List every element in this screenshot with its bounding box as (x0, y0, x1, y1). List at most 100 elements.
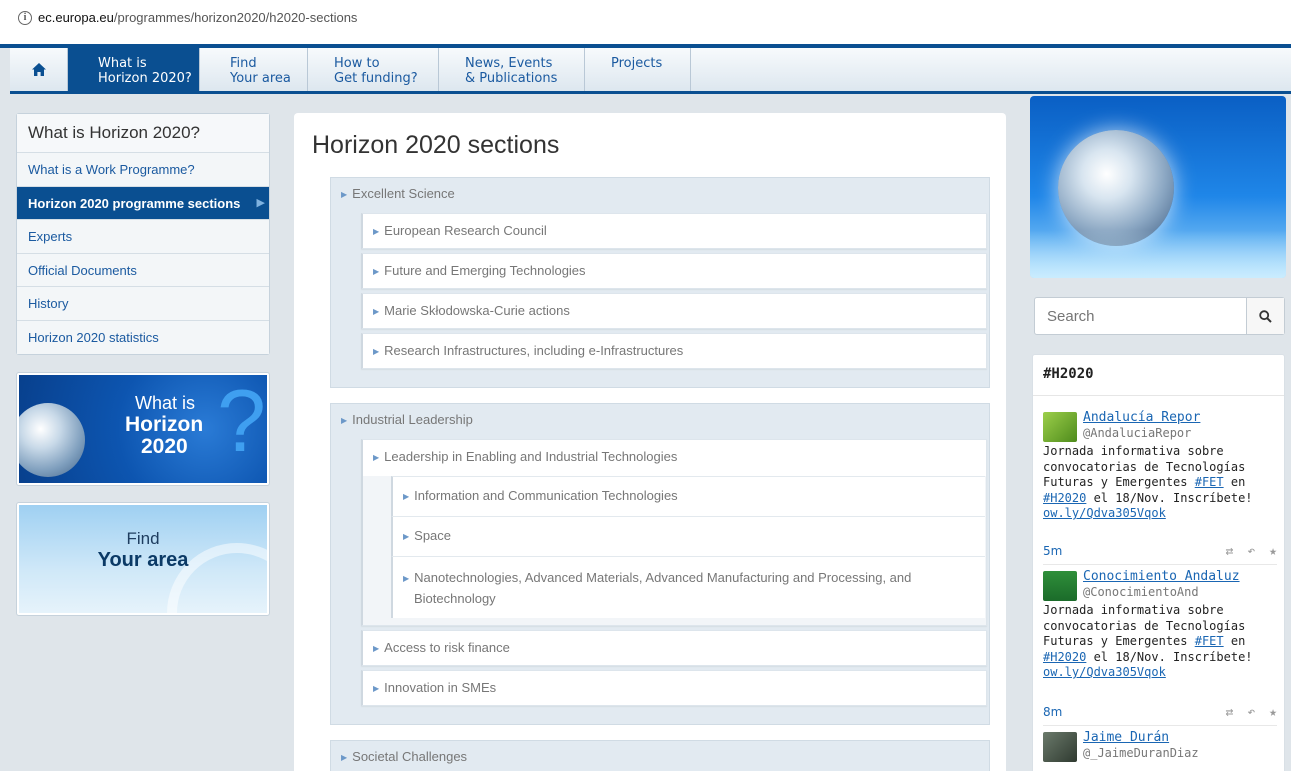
url-link[interactable]: ow.ly/Qdva305Vqok (1043, 506, 1166, 520)
tweet-author-handle: @_JaimeDuranDiaz (1083, 746, 1199, 760)
subsection-access-to-risk-finance[interactable]: ▶ Access to risk finance (361, 630, 987, 666)
subsection-label: Research Infrastructures, including e-In… (384, 343, 684, 358)
tweet-author-name[interactable]: Conocimiento Andaluz (1083, 569, 1240, 584)
page-title: Horizon 2020 sections (312, 131, 560, 159)
subsection-header[interactable]: ▶ Leadership in Enabling and Industrial T… (363, 440, 986, 476)
sidebar-item-experts[interactable]: Experts (17, 220, 269, 254)
avatar[interactable] (1043, 732, 1077, 762)
hashtag-link[interactable]: #FET (1195, 634, 1224, 648)
tweet-time[interactable]: 8m (1043, 705, 1062, 719)
subsubsection-label: Information and Communication Technologi… (414, 488, 678, 503)
nav-label-line1: What is (98, 56, 147, 71)
nav-label-line2: Your area (230, 71, 291, 86)
sidebar-item-history[interactable]: History (17, 287, 269, 321)
tweet-separator (1043, 564, 1277, 565)
subsection-research-infrastructures[interactable]: ▶ Research Infrastructures, including e-I… (361, 333, 987, 369)
sidebar-item-official-documents[interactable]: Official Documents (17, 253, 269, 287)
subsubsection-space[interactable]: ▶ Space (391, 516, 985, 556)
avatar[interactable] (1043, 571, 1077, 601)
label-text: Nanotechnologies, Advanced Materials, Ad… (414, 570, 912, 585)
nav-what-is-horizon-2020[interactable]: What is Horizon 2020? (68, 48, 200, 91)
triangle-right-icon: ▶ (373, 267, 380, 276)
sidebar-title: What is Horizon 2020? (17, 114, 269, 153)
reply-icon[interactable]: ↶ (1247, 705, 1255, 720)
subsubsection-nanotechnologies[interactable]: ▶ Nanotechnologies, Advanced Materials, A… (391, 556, 985, 618)
promo-find-your-area[interactable]: Find Your area (16, 502, 270, 616)
hashtag-link[interactable]: #FET (1195, 475, 1224, 489)
nav-projects[interactable]: Projects (585, 48, 691, 91)
subsection-label: Marie Skłodowska-Curie actions (384, 303, 570, 318)
subsubsection-label-line1: ▶ Nanotechnologies, Advanced Materials, A… (403, 568, 985, 589)
section-industrial-leadership: ▶ Industrial Leadership ▶ Leadership in En… (330, 403, 990, 725)
nav-news-events-publications[interactable]: News, Events & Publications (439, 48, 585, 91)
search-box (1034, 297, 1285, 335)
subsection-european-research-council[interactable]: ▶ European Research Council (361, 213, 987, 249)
section-header[interactable]: ▶ Industrial Leadership (331, 404, 989, 438)
triangle-right-icon: ▶ (341, 416, 348, 425)
twitter-widget: #H2020 Andalucía Repor @AndaluciaRepor J… (1032, 354, 1285, 771)
favorite-icon[interactable]: ★ (1269, 705, 1277, 720)
favorite-icon[interactable]: ★ (1269, 544, 1277, 559)
nav-label-line2: & Publications (465, 71, 558, 86)
nav-label-line1: News, Events (465, 56, 553, 71)
tweet-meta: 8m ⇄ ↶ ★ (1043, 705, 1277, 721)
subsubsection-ict[interactable]: ▶ Information and Communication Technolog… (391, 476, 985, 516)
sidebar-item-programme-sections[interactable]: Horizon 2020 programme sections ▶ (17, 186, 269, 220)
url-link[interactable]: ow.ly/Qdva305Vqok (1043, 665, 1166, 679)
nav-home[interactable] (10, 48, 68, 91)
triangle-right-icon: ▶ (373, 453, 380, 462)
search-button[interactable] (1246, 298, 1284, 334)
address-bar[interactable]: i ec.europa.eu/programmes/horizon2020/h2… (18, 10, 357, 25)
horizon-2020-banner-image (1030, 96, 1286, 278)
tweet-time[interactable]: 5m (1043, 544, 1062, 558)
light-glow (1030, 230, 1286, 278)
sidebar-item-statistics[interactable]: Horizon 2020 statistics (17, 320, 269, 354)
tweet-text-part: el 18/Nov. Inscríbete! (1086, 490, 1253, 505)
section-label: Excellent Science (352, 186, 455, 201)
promo-what-is-horizon-2020[interactable]: What is Horizon 2020 ? (16, 372, 270, 486)
hashtag-link[interactable]: #H2020 (1043, 650, 1086, 664)
promo-image: What is Horizon 2020 ? (19, 375, 267, 483)
info-icon[interactable]: i (18, 10, 32, 25)
nav-find-your-area[interactable]: Find Your area (200, 48, 308, 91)
subsection-future-emerging-technologies[interactable]: ▶ Future and Emerging Technologies (361, 253, 987, 289)
section-header[interactable]: ▶ Societal Challenges (331, 741, 989, 771)
triangle-right-icon: ▶ (373, 684, 380, 693)
tweet-meta: 5m ⇄ ↶ ★ (1043, 544, 1277, 560)
tweet-item: Conocimiento Andaluz @ConocimientoAnd Jo… (1043, 569, 1277, 720)
sidebar-item-label: Horizon 2020 programme sections (28, 195, 241, 211)
section-header[interactable]: ▶ Excellent Science (331, 178, 989, 212)
triangle-right-icon: ▶ (373, 347, 380, 356)
subsection-leadership-enabling-technologies: ▶ Leadership in Enabling and Industrial T… (361, 439, 987, 626)
promo-text-line2: Horizon (125, 413, 204, 436)
triangle-right-icon: ▶ (373, 227, 380, 236)
url-path: /programmes/horizon2020/h2020-sections (113, 10, 358, 25)
promo-text-line2: Your area (97, 549, 189, 571)
browser-url-bar: i ec.europa.eu/programmes/horizon2020/h2… (0, 0, 1291, 46)
tweet-author-name[interactable]: Andalucía Repor (1083, 410, 1200, 425)
subsection-label: Innovation in SMEs (384, 680, 497, 695)
question-mark-icon: ? (217, 375, 266, 470)
section-societal-challenges: ▶ Societal Challenges (330, 740, 990, 771)
triangle-right-icon: ▶ (341, 753, 348, 762)
avatar[interactable] (1043, 412, 1077, 442)
retweet-icon[interactable]: ⇄ (1226, 705, 1234, 720)
triangle-right-icon: ▶ (403, 532, 410, 541)
promo-text-line1: Find (126, 529, 160, 548)
nav-how-to-get-funding[interactable]: How to Get funding? (308, 48, 439, 91)
main-content: Horizon 2020 sections ▶ Excellent Science… (294, 113, 1006, 771)
hashtag-link[interactable]: #H2020 (1043, 491, 1086, 505)
subsection-innovation-in-smes[interactable]: ▶ Innovation in SMEs (361, 670, 987, 706)
promo-image: Find Your area (19, 505, 267, 613)
tweet-author-name[interactable]: Jaime Durán (1083, 730, 1169, 745)
search-input[interactable] (1035, 298, 1246, 334)
subsubsection-label: Space (414, 528, 452, 543)
reply-icon[interactable]: ↶ (1247, 544, 1255, 559)
subsection-marie-curie-actions[interactable]: ▶ Marie Skłodowska-Curie actions (361, 293, 987, 329)
globe-graphic (1058, 130, 1174, 246)
sidebar-item-work-programme[interactable]: What is a Work Programme? (17, 153, 269, 187)
home-icon (31, 63, 46, 76)
globe-graphic (19, 403, 85, 477)
retweet-icon[interactable]: ⇄ (1226, 544, 1234, 559)
tweet-author-handle: @ConocimientoAnd (1083, 585, 1199, 599)
